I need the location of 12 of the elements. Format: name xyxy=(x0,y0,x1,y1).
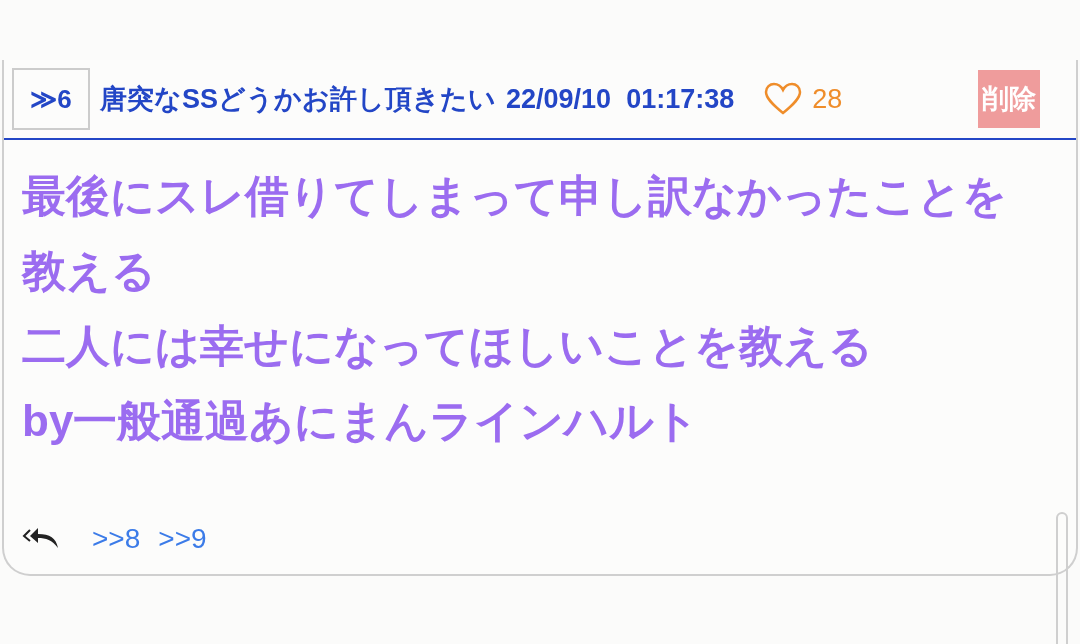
post-text: 最後にスレ借りてしまって申し訳なかったことを教える xyxy=(22,170,1008,297)
reply-link[interactable]: >>9 xyxy=(158,518,207,560)
post-number[interactable]: ≫6 xyxy=(12,68,90,130)
like-count: 28 xyxy=(812,82,843,116)
post-datetime: 22/09/10 01:17:38 xyxy=(506,82,735,116)
scrollbar[interactable] xyxy=(1056,512,1068,644)
post-title: 唐突なSSどうかお許し頂きたい xyxy=(100,82,497,116)
post-text: by一般通過あにまんラインハルト xyxy=(22,395,701,447)
heart-icon[interactable] xyxy=(764,82,803,116)
post-text: 二人には幸せになってほしいことを教える xyxy=(22,320,874,372)
delete-button[interactable]: 削除 xyxy=(978,70,1040,128)
reply-link[interactable]: >>8 xyxy=(92,518,141,560)
